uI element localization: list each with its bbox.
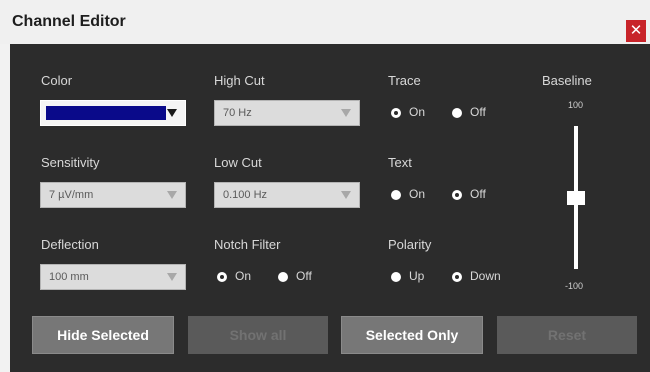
hide-selected-button[interactable]: Hide Selected bbox=[32, 316, 174, 354]
notch-on-label: On bbox=[235, 269, 252, 283]
radio-unselected-icon bbox=[278, 272, 288, 282]
notch-filter-label: Notch Filter bbox=[214, 237, 281, 252]
text-on-label: On bbox=[409, 187, 426, 201]
radio-selected-icon bbox=[452, 272, 462, 282]
notch-on-radio[interactable]: On bbox=[217, 269, 267, 285]
notch-off-radio[interactable]: Off bbox=[278, 269, 328, 285]
chevron-down-icon bbox=[341, 109, 351, 117]
sensitivity-label: Sensitivity bbox=[41, 155, 100, 170]
text-off-radio[interactable]: Off bbox=[452, 187, 502, 203]
chevron-down-icon bbox=[167, 109, 177, 117]
radio-selected-icon bbox=[391, 108, 401, 118]
chevron-down-icon bbox=[341, 191, 351, 199]
deflection-dropdown[interactable]: 100 mm bbox=[40, 264, 186, 290]
color-swatch bbox=[46, 106, 166, 120]
low-cut-label: Low Cut bbox=[214, 155, 262, 170]
radio-unselected-icon bbox=[452, 108, 462, 118]
radio-selected-icon bbox=[217, 272, 227, 282]
high-cut-dropdown[interactable]: 70 Hz bbox=[214, 100, 360, 126]
notch-off-label: Off bbox=[296, 269, 312, 283]
radio-unselected-icon bbox=[391, 190, 401, 200]
text-on-radio[interactable]: On bbox=[391, 187, 441, 203]
trace-off-label: Off bbox=[470, 105, 486, 119]
dialog-title: Channel Editor bbox=[12, 13, 126, 30]
sensitivity-dropdown[interactable]: 7 µV/mm bbox=[40, 182, 186, 208]
baseline-max-label: 100 bbox=[568, 100, 584, 110]
chevron-down-icon bbox=[167, 273, 177, 281]
color-label: Color bbox=[41, 73, 73, 88]
text-off-label: Off bbox=[470, 187, 486, 201]
color-dropdown[interactable] bbox=[40, 100, 186, 126]
reset-button[interactable]: Reset bbox=[497, 316, 637, 354]
trace-off-radio[interactable]: Off bbox=[452, 105, 502, 121]
show-all-button[interactable]: Show all bbox=[188, 316, 328, 354]
trace-label: Trace bbox=[388, 73, 421, 88]
deflection-label: Deflection bbox=[41, 237, 99, 252]
polarity-label: Polarity bbox=[388, 237, 432, 252]
sensitivity-value: 7 µV/mm bbox=[49, 189, 94, 201]
title-bar: Channel Editor ✕ bbox=[0, 0, 650, 44]
polarity-down-label: Down bbox=[470, 269, 501, 283]
channel-editor-dialog: Channel Editor ✕ Color High Cut 70 Hz Tr… bbox=[0, 0, 650, 372]
chevron-down-icon bbox=[167, 191, 177, 199]
trace-on-radio[interactable]: On bbox=[391, 105, 441, 121]
high-cut-value: 70 Hz bbox=[223, 107, 252, 119]
low-cut-dropdown[interactable]: 0.100 Hz bbox=[214, 182, 360, 208]
baseline-min-label: -100 bbox=[565, 281, 584, 291]
text-label: Text bbox=[388, 155, 412, 170]
close-button[interactable]: ✕ bbox=[626, 20, 646, 42]
close-icon: ✕ bbox=[629, 22, 643, 39]
deflection-value: 100 mm bbox=[49, 271, 89, 283]
polarity-up-label: Up bbox=[409, 269, 425, 283]
radio-selected-icon bbox=[452, 190, 462, 200]
trace-on-label: On bbox=[409, 105, 426, 119]
radio-unselected-icon bbox=[391, 272, 401, 282]
selected-only-button[interactable]: Selected Only bbox=[341, 316, 483, 354]
baseline-slider-thumb[interactable] bbox=[567, 191, 585, 205]
polarity-down-radio[interactable]: Down bbox=[452, 269, 522, 285]
low-cut-value: 0.100 Hz bbox=[223, 189, 268, 201]
polarity-up-radio[interactable]: Up bbox=[391, 269, 441, 285]
high-cut-label: High Cut bbox=[214, 73, 265, 88]
baseline-label: Baseline bbox=[542, 73, 592, 88]
